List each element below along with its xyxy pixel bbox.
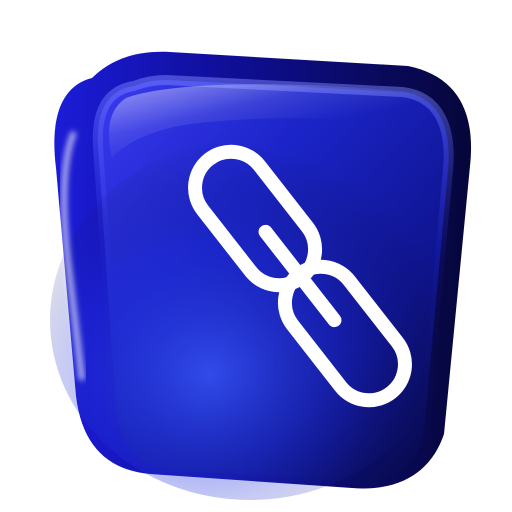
link-button[interactable] xyxy=(0,0,512,512)
icon-canvas xyxy=(0,0,512,512)
button-glow xyxy=(50,140,450,500)
